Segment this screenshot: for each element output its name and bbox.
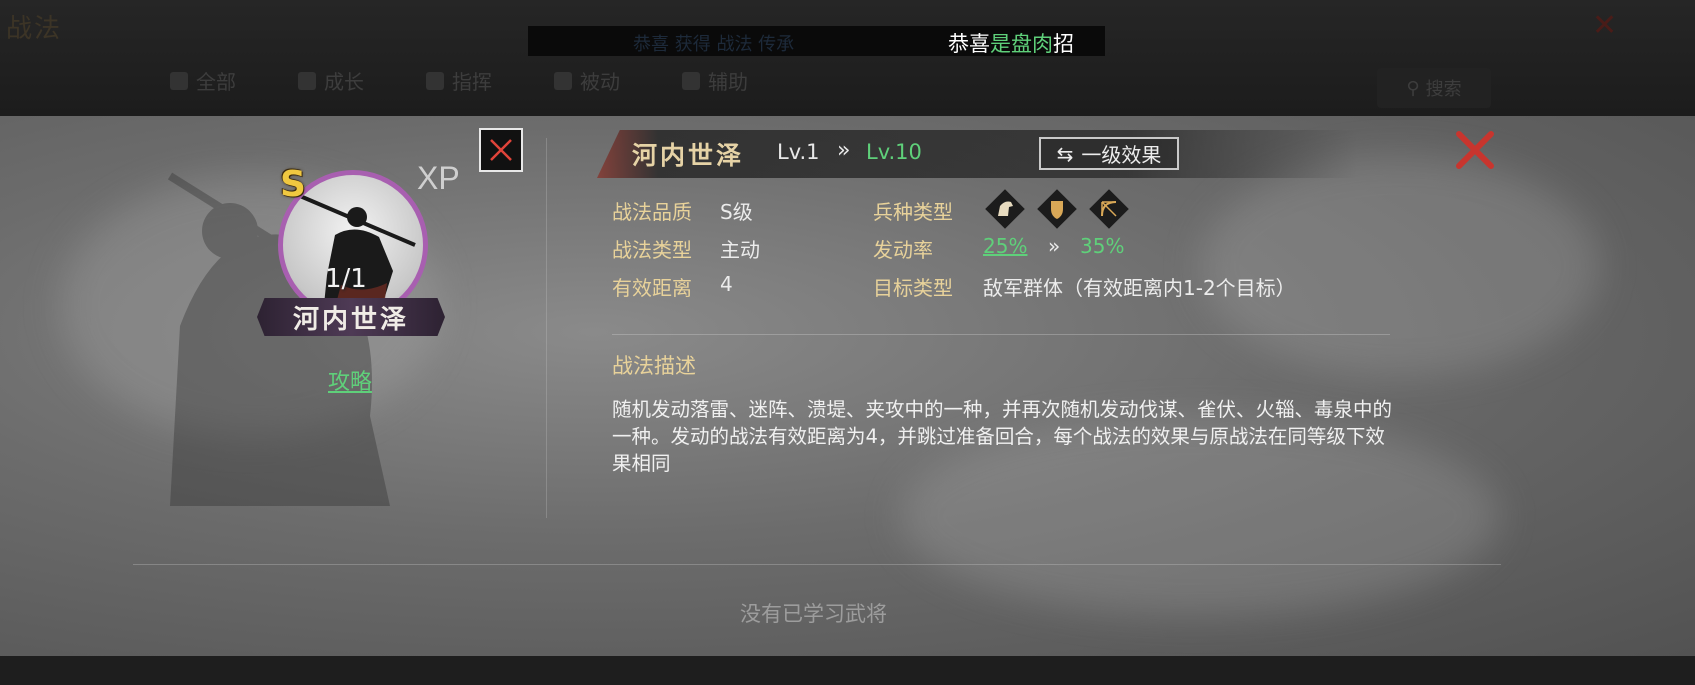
trigger-rate-arrow: » bbox=[1048, 234, 1061, 258]
type-value: 主动 bbox=[720, 238, 760, 262]
shield-icon bbox=[1037, 189, 1077, 229]
xp-badge: XP bbox=[417, 160, 460, 196]
tab-icon bbox=[298, 71, 316, 90]
target-type-value: 敌军群体（有效距离内1-2个目标） bbox=[983, 276, 1296, 300]
background-tab: 辅助 bbox=[682, 66, 748, 95]
description-title: 战法描述 bbox=[612, 354, 696, 378]
type-label: 战法类型 bbox=[612, 238, 692, 262]
tab-icon bbox=[554, 71, 572, 90]
trigger-rate-current: 25% bbox=[983, 234, 1028, 258]
no-learned-generals-text: 没有已学习武将 bbox=[740, 602, 887, 626]
close-icon bbox=[490, 139, 512, 161]
tab-icon bbox=[426, 71, 444, 90]
background-tab: 成长 bbox=[298, 66, 364, 95]
background-tabs: 全部 成长 指挥 被动 辅助 bbox=[170, 66, 748, 95]
range-value: 4 bbox=[720, 272, 733, 296]
target-type-label: 目标类型 bbox=[873, 276, 953, 300]
grade-badge: S bbox=[280, 164, 306, 205]
cavalry-icon bbox=[985, 189, 1025, 229]
level-max: Lv.10 bbox=[866, 140, 922, 164]
background-tab: 被动 bbox=[554, 66, 620, 95]
range-label: 有效距离 bbox=[612, 276, 692, 300]
effect-level-button[interactable]: ⇆ 一级效果 bbox=[1039, 137, 1179, 170]
level-arrow: » bbox=[837, 138, 851, 163]
ticker-player-name: 是盘肉 bbox=[990, 32, 1053, 56]
section-divider bbox=[612, 334, 1390, 335]
skill-title: 河内世泽 bbox=[632, 141, 745, 170]
background-title: 战法 bbox=[6, 14, 63, 44]
background-search-button: ⚲ 搜索 bbox=[1377, 68, 1491, 108]
skill-name-banner: 河内世泽 bbox=[257, 298, 445, 336]
close-box-button[interactable] bbox=[479, 128, 523, 172]
background-tab: 指挥 bbox=[426, 66, 492, 95]
tab-icon bbox=[170, 71, 188, 90]
quality-label: 战法品质 bbox=[612, 200, 692, 224]
skill-detail-panel: S XP 1/1 河内世泽 攻略 河内世泽 Lv.1 » Lv.10 ⇆ 一级效… bbox=[0, 116, 1695, 656]
search-icon: ⚲ bbox=[1406, 77, 1420, 99]
horizontal-divider bbox=[133, 564, 1501, 565]
archer-icon bbox=[1089, 189, 1129, 229]
fog-decoration bbox=[1200, 156, 1600, 376]
tab-icon bbox=[682, 71, 700, 90]
ticker-faded-text: 恭喜 获得 战法 传承 bbox=[633, 34, 795, 55]
background-tab: 全部 bbox=[170, 66, 236, 95]
level-current: Lv.1 bbox=[777, 140, 820, 164]
troop-type-label: 兵种类型 bbox=[873, 200, 953, 224]
bottom-strip bbox=[0, 656, 1695, 685]
broadcast-ticker: 恭喜 获得 战法 传承 恭喜是盘肉招 bbox=[528, 26, 1105, 56]
swap-icon: ⇆ bbox=[1056, 141, 1074, 166]
guide-link[interactable]: 攻略 bbox=[328, 364, 372, 396]
background-top-bar: 战法 全部 成长 指挥 被动 辅助 ⚲ 搜索 ✕ bbox=[0, 0, 1695, 116]
background-close-icon: ✕ bbox=[1592, 8, 1618, 43]
ticker-message: 恭喜是盘肉招 bbox=[948, 32, 1074, 56]
description-text: 随机发动落雷、迷阵、溃堤、夹攻中的一种，并再次随机发动伐谋、雀伏、火辎、毒泉中的… bbox=[612, 398, 1393, 475]
quality-value: S级 bbox=[720, 200, 753, 224]
trigger-rate-max: 35% bbox=[1080, 234, 1125, 258]
skill-count: 1/1 bbox=[325, 264, 367, 294]
trigger-rate-label: 发动率 bbox=[873, 238, 933, 262]
vertical-divider bbox=[546, 138, 547, 518]
close-icon[interactable] bbox=[1453, 128, 1497, 172]
